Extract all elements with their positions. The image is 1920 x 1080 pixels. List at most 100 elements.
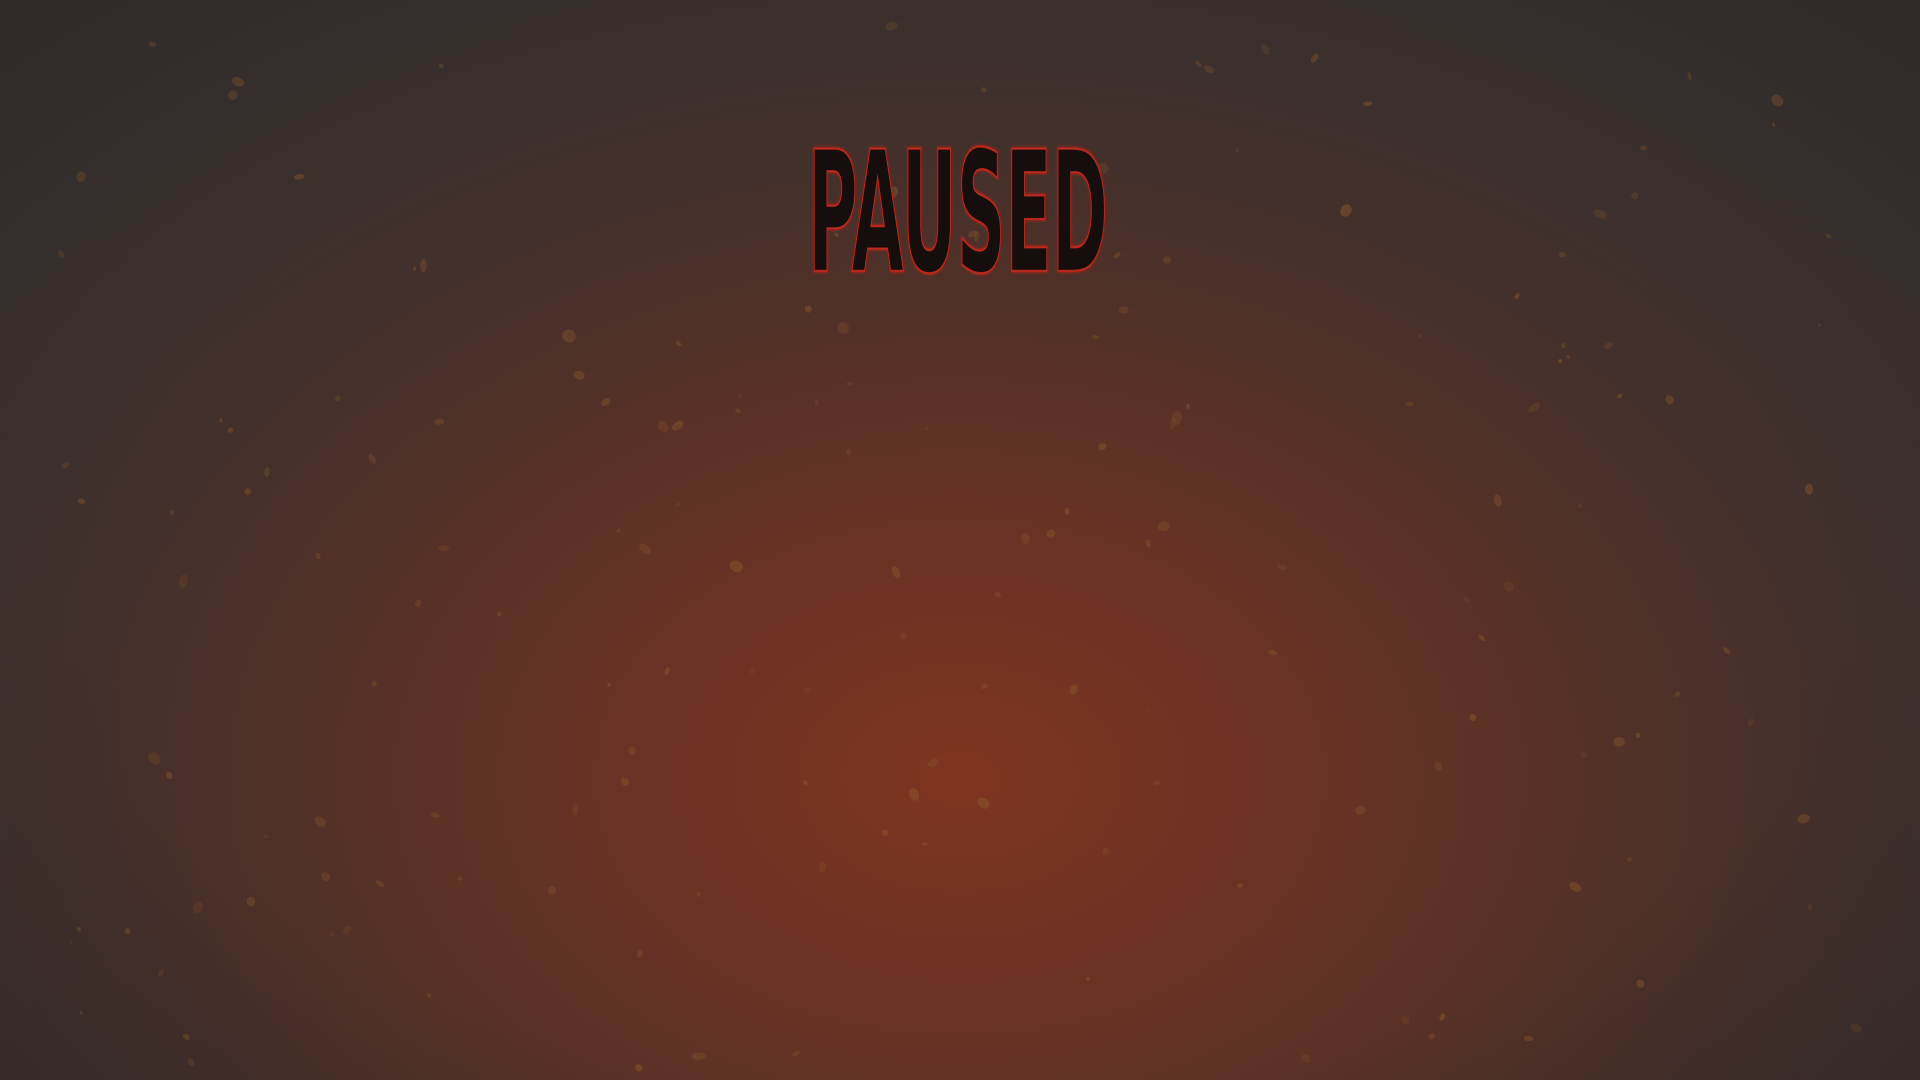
ember-particle	[1604, 342, 1613, 349]
ember-particle	[413, 266, 416, 271]
ember-particle	[639, 543, 652, 555]
ember-particle	[1098, 443, 1107, 450]
ember-particle	[675, 501, 682, 507]
ember-particle	[749, 668, 756, 674]
ember-particle	[927, 758, 939, 768]
ember-particle	[264, 466, 270, 478]
ember-particle	[1069, 684, 1078, 696]
ember-particle	[1195, 60, 1202, 68]
ember-particle	[1157, 521, 1170, 532]
ember-particle	[980, 87, 987, 93]
ember-particle	[664, 666, 670, 676]
ember-particle	[1092, 334, 1100, 340]
ember-particle	[430, 812, 440, 818]
ember-particle	[124, 927, 131, 935]
ember-particle	[1355, 805, 1366, 815]
ember-particle	[803, 780, 808, 786]
ember-particle	[657, 421, 669, 432]
ember-particle	[994, 591, 1002, 598]
ember-particle	[1569, 882, 1582, 892]
pause-screen: PAUSED PAUSED	[0, 0, 1920, 1080]
ember-particle	[321, 872, 330, 882]
ember-particle	[735, 408, 741, 414]
ember-particle	[846, 449, 851, 455]
ember-particle	[58, 250, 65, 259]
ember-particle	[803, 686, 811, 693]
ember-particle	[846, 382, 852, 386]
ember-particle	[1817, 323, 1822, 327]
ember-particle	[924, 426, 929, 431]
ember-particle	[69, 940, 73, 945]
ember-particle	[696, 891, 701, 898]
ember-particle	[1046, 529, 1056, 538]
ember-particle	[1235, 148, 1240, 153]
ember-particle	[148, 752, 161, 765]
ember-particle	[1771, 122, 1776, 127]
ember-particle	[371, 681, 377, 687]
ember-particle	[1203, 65, 1215, 74]
ember-particle	[228, 90, 238, 101]
ember-particle	[1064, 507, 1070, 515]
ember-particle	[80, 1010, 83, 1015]
ember-particle	[244, 488, 252, 496]
ember-particle	[981, 683, 988, 690]
ember-particle	[606, 682, 611, 687]
ember-particle	[329, 932, 335, 937]
ember-particle	[1493, 494, 1502, 507]
ember-particle	[1362, 101, 1373, 106]
ember-particle	[1162, 256, 1172, 264]
ember-particle	[438, 63, 444, 69]
ember-particle	[1687, 72, 1692, 81]
ember-particle	[1561, 342, 1566, 349]
ember-particle	[1807, 903, 1813, 911]
ember-particle	[885, 21, 898, 31]
ember-particle	[818, 862, 826, 873]
ember-particle	[977, 797, 990, 809]
ember-particle	[1577, 503, 1583, 509]
ember-particle	[837, 321, 850, 335]
ember-particle	[1020, 532, 1031, 545]
paused-title-stripe: PAUSED	[808, 143, 1108, 283]
ember-particle	[227, 427, 234, 433]
ember-particle	[1558, 358, 1563, 364]
ember-particle	[636, 949, 643, 958]
ember-particle	[1268, 650, 1278, 656]
ember-particle	[1523, 1035, 1534, 1042]
ember-particle	[571, 804, 579, 816]
ember-particle	[909, 788, 920, 801]
ember-particle	[1723, 647, 1730, 654]
ember-particle	[231, 76, 245, 87]
ember-particle	[61, 461, 70, 469]
ember-particle	[1401, 1016, 1410, 1025]
ember-particle	[368, 454, 377, 464]
ember-particle	[1085, 976, 1090, 981]
ember-particle	[187, 1058, 195, 1066]
ember-particle	[1626, 857, 1633, 862]
ember-particle	[1118, 306, 1129, 314]
ember-particle	[1613, 736, 1625, 747]
ember-particle	[342, 925, 352, 934]
ember-particle	[182, 1033, 190, 1041]
ember-particle	[1631, 191, 1639, 200]
ember-particle	[804, 305, 812, 313]
ember-particle	[729, 560, 743, 573]
ember-particle	[246, 896, 256, 907]
ember-particle	[1635, 732, 1641, 739]
ember-particle	[1417, 333, 1422, 338]
ember-particle	[738, 394, 743, 399]
ember-particle	[192, 901, 203, 914]
ember-particle	[1665, 395, 1674, 405]
ember-particle	[1616, 393, 1623, 399]
ember-particle	[1636, 979, 1645, 988]
ember-particle	[1558, 252, 1566, 258]
ember-particle	[628, 746, 637, 756]
ember-particle	[620, 777, 630, 786]
ember-particle	[1145, 539, 1151, 548]
ember-particle	[891, 566, 901, 579]
ember-particle	[1528, 402, 1540, 413]
ember-particle	[77, 498, 86, 505]
ember-particle	[1277, 563, 1287, 571]
ember-particle	[899, 632, 907, 640]
ember-particle	[671, 420, 684, 431]
ember-particle	[1514, 293, 1520, 300]
